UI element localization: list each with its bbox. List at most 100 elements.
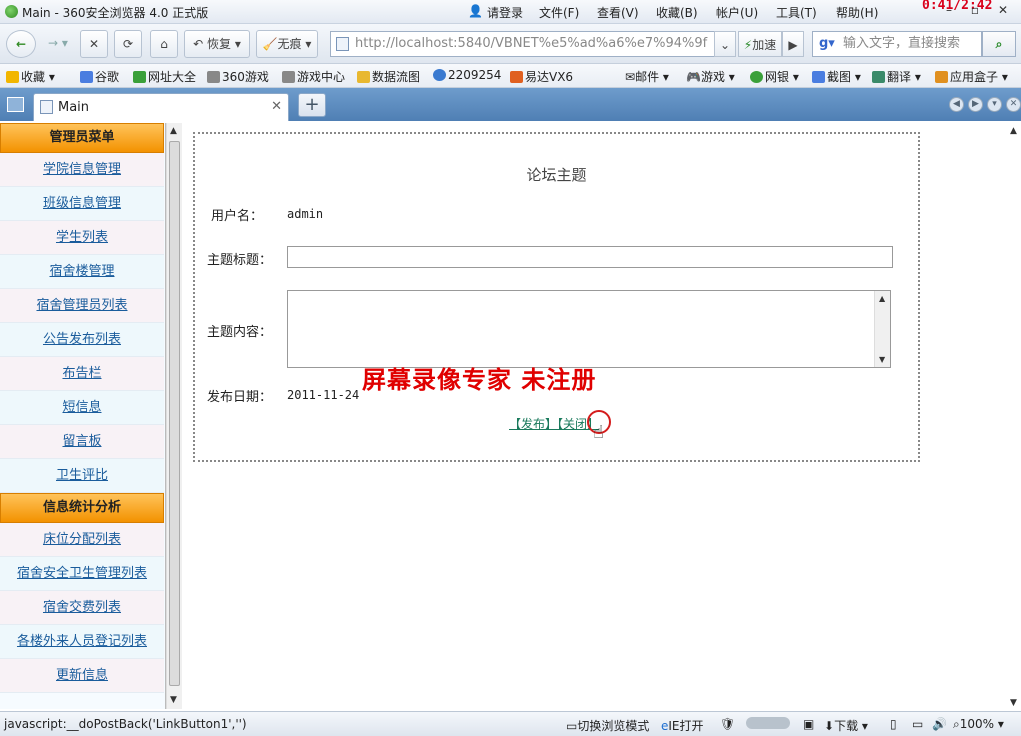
accelerate-toggle[interactable]	[746, 717, 790, 731]
stop-icon: ✕	[88, 37, 100, 51]
publish-link[interactable]: 【发布】	[509, 417, 557, 431]
fav-item[interactable]: 360游戏	[207, 68, 269, 85]
minimize-button[interactable]: –	[940, 3, 958, 19]
scroll-down-icon[interactable]: ▼	[170, 695, 177, 705]
fav-right-item[interactable]: 🎮游戏 ▾	[686, 68, 735, 85]
menu-favorites[interactable]: 收藏(B)	[656, 4, 698, 21]
page-scrollbar[interactable]: ▲ ▼	[1009, 123, 1021, 709]
sidebar-item-students[interactable]: 学生列表	[0, 221, 164, 255]
sidebar-item-visitors[interactable]: 各楼外来人员登记列表	[0, 625, 164, 659]
tab-bar: Main ✕ + ◀ ▶ ▾ ✕	[0, 88, 1021, 121]
zoom-control[interactable]: ⌕100% ▾	[953, 717, 1004, 732]
fav-item[interactable]: 游戏中心	[282, 68, 345, 85]
volume-icon[interactable]: 🔊	[932, 717, 947, 731]
fav-right-item[interactable]: 网银 ▾	[750, 68, 799, 85]
menu-account[interactable]: 帐户(U)	[716, 4, 758, 21]
globe-icon	[133, 71, 146, 83]
shield-icon[interactable]: 🛡	[720, 717, 735, 731]
scroll-up-icon[interactable]: ▲	[170, 126, 177, 136]
title-bar: Main - 360安全浏览器 4.0 正式版 👤 请登录 文件(F) 查看(V…	[0, 0, 1021, 24]
form-title: 论坛主题	[526, 166, 587, 184]
textarea-scrollbar[interactable]: ▲ ▼	[874, 291, 890, 367]
gamepad-icon	[207, 71, 220, 83]
admin-sidebar: 管理员菜单 学院信息管理 班级信息管理 学生列表 宿舍楼管理 宿舍管理员列表 公…	[0, 123, 166, 709]
sidebar-item-dorm-managers[interactable]: 宿舍管理员列表	[0, 289, 164, 323]
scroll-tabs-right-icon[interactable]: ▶	[968, 97, 983, 112]
date-label: 发布日期：	[207, 390, 273, 405]
fav-item[interactable]: 谷歌	[80, 68, 119, 85]
phone-icon[interactable]: ▯	[890, 717, 897, 731]
speed-button[interactable]: ⚡加速	[738, 31, 782, 57]
back-button[interactable]: ←	[6, 30, 36, 58]
menu-view[interactable]: 查看(V)	[597, 4, 639, 21]
sidebar-item-update[interactable]: 更新信息	[0, 659, 164, 693]
sidebar-item-messages[interactable]: 短信息	[0, 391, 164, 425]
scrollbar-thumb[interactable]	[169, 141, 180, 686]
sidebar-item-safety[interactable]: 宿舍安全卫生管理列表	[0, 557, 164, 591]
scroll-up-icon[interactable]: ▲	[1010, 126, 1017, 136]
sidebar-scrollbar[interactable]: ▲ ▼	[166, 123, 182, 709]
sidebar-item-college[interactable]: 学院信息管理	[0, 153, 164, 187]
subject-input[interactable]	[287, 246, 893, 268]
sidebar-item-bulletin[interactable]: 布告栏	[0, 357, 164, 391]
forward-button[interactable]: → ▾	[40, 30, 76, 58]
ie-open-button[interactable]: eIE打开	[661, 717, 704, 734]
menu-login[interactable]: 请登录	[487, 4, 523, 21]
content-textarea[interactable]: ▲ ▼	[287, 290, 891, 368]
fav-item[interactable]: 易达VX6	[510, 68, 573, 85]
stop-button[interactable]: ✕	[80, 30, 108, 58]
page-icon	[40, 100, 53, 114]
address-bar[interactable]: http://localhost:5840/VBNET%e5%ad%a6%e7%…	[330, 31, 736, 57]
topic-form: 论坛主题 用户名： admin 主题标题： 主题内容： ▲ ▼ 发布日期： 20…	[193, 132, 920, 462]
scroll-tabs-left-icon[interactable]: ◀	[949, 97, 964, 112]
search-input[interactable]: g▾ 输入文字，直接搜索	[812, 31, 982, 57]
maximize-button[interactable]: ▫	[966, 3, 984, 19]
home-icon: ⌂	[160, 37, 168, 51]
address-dropdown-button[interactable]: ⌄	[714, 31, 736, 57]
sidebar-item-announcements[interactable]: 公告发布列表	[0, 323, 164, 357]
fav-item[interactable]: 收藏 ▾	[6, 68, 55, 85]
restore-button[interactable]: ↶ 恢复 ▾	[184, 30, 250, 58]
fav-right-item[interactable]: 翻译 ▾	[872, 68, 921, 85]
star-icon	[6, 71, 19, 83]
close-all-tabs-icon[interactable]: ✕	[1006, 97, 1021, 112]
fav-item[interactable]: 2209254	[433, 68, 501, 82]
sidebar-item-dorm-building[interactable]: 宿舍楼管理	[0, 255, 164, 289]
fav-right-item[interactable]: ✉邮件 ▾	[625, 68, 669, 85]
scroll-up-icon[interactable]: ▲	[879, 294, 885, 303]
sidebar-toggle-icon[interactable]	[7, 97, 24, 112]
window-icon[interactable]: ▣	[803, 717, 814, 731]
tab-close-icon[interactable]: ✕	[271, 99, 282, 114]
sidebar-item-fees[interactable]: 宿舍交费列表	[0, 591, 164, 625]
scroll-down-icon[interactable]: ▼	[879, 355, 885, 364]
home-button[interactable]: ⌂	[150, 30, 178, 58]
fav-right-item[interactable]: 截图 ▾	[812, 68, 861, 85]
search-button[interactable]: ⌕	[982, 31, 1016, 57]
page-icon	[336, 37, 349, 51]
monitor-icon[interactable]: ▭	[912, 717, 923, 731]
sidebar-section-stats: 信息统计分析	[0, 493, 164, 523]
download-button[interactable]: ⬇下载 ▾	[824, 717, 868, 734]
tab-list-icon[interactable]: ▾	[987, 97, 1002, 112]
sidebar-item-guestbook[interactable]: 留言板	[0, 425, 164, 459]
refresh-button[interactable]: ⟳	[114, 30, 142, 58]
sidebar-item-beds[interactable]: 床位分配列表	[0, 523, 164, 557]
arrow-right-icon: → ▾	[48, 36, 68, 50]
favorites-bar: 收藏 ▾ 谷歌 网址大全 360游戏 游戏中心 数据流图 2209254 易达V…	[0, 64, 1021, 88]
tab-main[interactable]: Main ✕	[33, 93, 289, 121]
new-tab-button[interactable]: +	[298, 93, 326, 117]
sidebar-item-hygiene[interactable]: 卫生评比	[0, 459, 164, 493]
go-button[interactable]: ▶	[782, 31, 804, 57]
menu-file[interactable]: 文件(F)	[539, 4, 579, 21]
sidebar-item-class[interactable]: 班级信息管理	[0, 187, 164, 221]
no-trace-button[interactable]: 🧹无痕 ▾	[256, 30, 318, 58]
menu-help[interactable]: 帮助(H)	[836, 4, 878, 21]
menu-tools[interactable]: 工具(T)	[776, 4, 817, 21]
scroll-down-icon[interactable]: ▼	[1010, 698, 1017, 708]
close-window-button[interactable]: ✕	[994, 3, 1012, 19]
fav-item[interactable]: 网址大全	[133, 68, 196, 85]
fav-item[interactable]: 数据流图	[357, 68, 420, 85]
fav-right-item[interactable]: 应用盒子 ▾	[935, 68, 1008, 85]
folder-icon: ▭	[566, 719, 578, 733]
switch-mode-button[interactable]: ▭切换浏览模式	[566, 717, 649, 734]
